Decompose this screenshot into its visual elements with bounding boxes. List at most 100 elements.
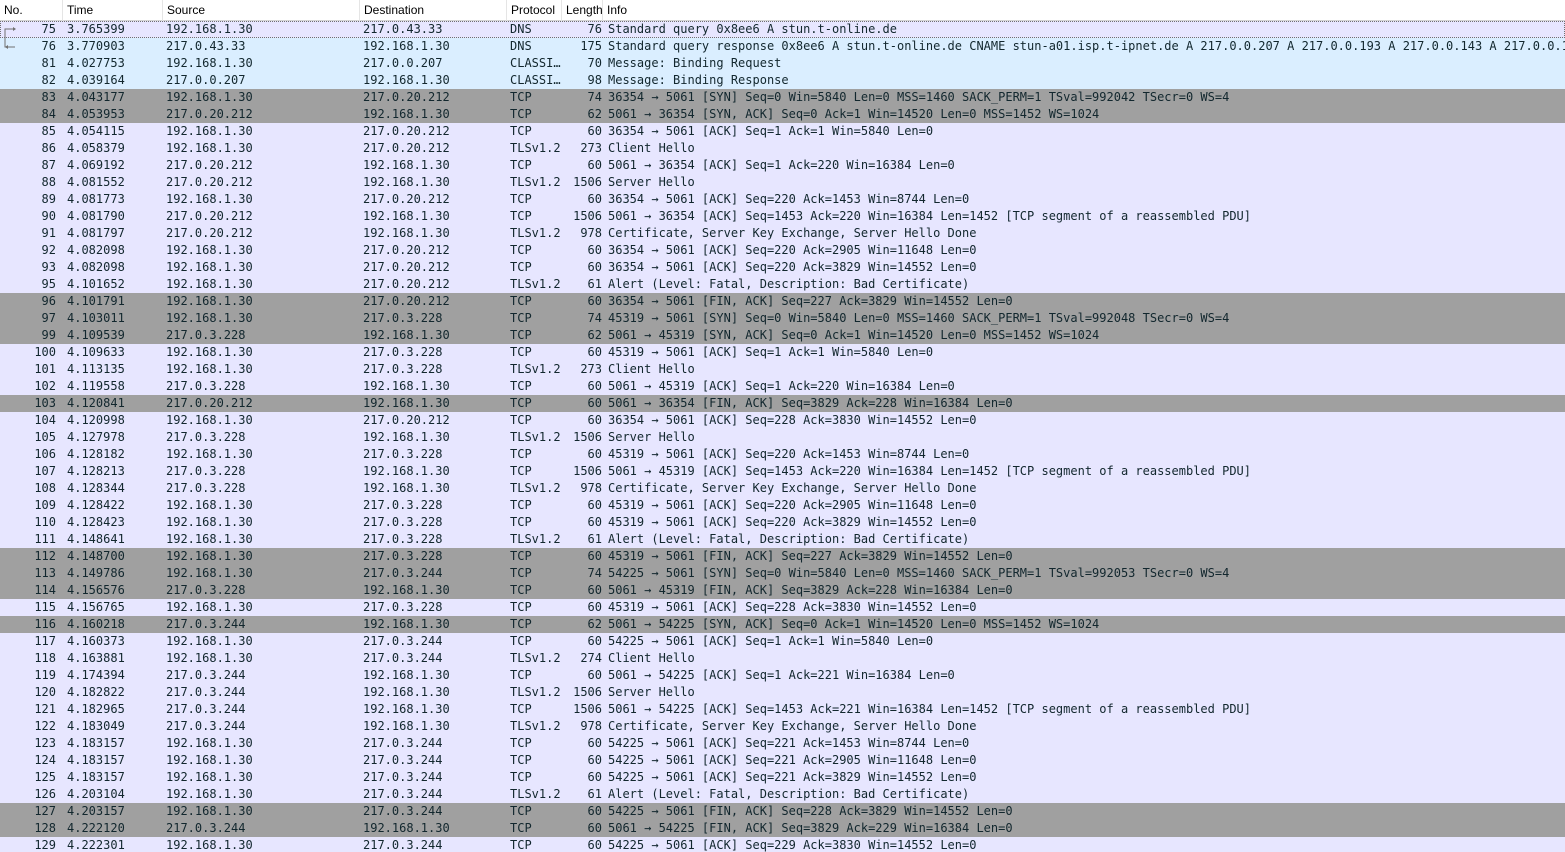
packet-row[interactable]: 93 4.082098 192.168.1.30 217.0.20.212 TCP 60 3… (0, 259, 1565, 276)
packet-row[interactable]: 75 3.765399 192.168.1.30 217.0.43.33 DNS 76 St… (0, 21, 1565, 38)
packet-row[interactable]: 105 4.127978 217.0.3.228 192.168.1.30 TLSv1.… (0, 429, 1565, 446)
packet-row[interactable]: 102 4.119558 217.0.3.228 192.168.1.30 TCP 60 5… (0, 378, 1565, 395)
packet-number: 110 (34, 515, 56, 529)
packet-row[interactable]: 128 4.222120 217.0.3.244 192.168.1.30 TCP 60 5… (0, 820, 1565, 837)
packet-row[interactable]: 103 4.120841 217.0.20.212 192.168.1.30 TCP 60… (0, 395, 1565, 412)
packet-row[interactable]: 96 4.101791 192.168.1.30 217.0.20.212 TCP 60 3… (0, 293, 1565, 310)
packet-info: 45319 → 5061 [ACK] Seq=220 Ack=1453 Win=… (608, 447, 970, 461)
packet-row[interactable]: 116 4.160218 217.0.3.244 192.168.1.30 TCP 62 5… (0, 616, 1565, 633)
packet-number: 96 (41, 294, 56, 308)
packet-row[interactable]: 126 4.203104 192.168.1.30 217.0.3.244 TLSv1.… (0, 786, 1565, 803)
column-header-time[interactable]: Time (63, 0, 163, 21)
packet-row[interactable]: 81 4.027753 192.168.1.30 217.0.0.207 CLASSI…… (0, 55, 1565, 72)
packet-row[interactable]: 89 4.081773 192.168.1.30 217.0.20.212 TCP 60 3… (0, 191, 1565, 208)
packet-protocol: TCP (510, 498, 532, 512)
packet-row[interactable]: 113 4.149786 192.168.1.30 217.0.3.244 TCP 74 5… (0, 565, 1565, 582)
packet-destination: 217.0.3.228 (363, 600, 443, 614)
packet-row[interactable]: 100 4.109633 192.168.1.30 217.0.3.228 TCP 60 4… (0, 344, 1565, 361)
packet-row[interactable]: 127 4.203157 192.168.1.30 217.0.3.244 TCP 60 5… (0, 803, 1565, 820)
packet-row[interactable]: 109 4.128422 192.168.1.30 217.0.3.228 TCP 60 4… (0, 497, 1565, 514)
packet-length: 60 (587, 549, 602, 563)
packet-row[interactable]: 111 4.148641 192.168.1.30 217.0.3.228 TLSv1.… (0, 531, 1565, 548)
packet-info: 5061 → 54225 [ACK] Seq=1 Ack=221 Win=163… (608, 668, 955, 682)
packet-source: 217.0.20.212 (166, 175, 253, 189)
packet-row[interactable]: 83 4.043177 192.168.1.30 217.0.20.212 TCP 74 3… (0, 89, 1565, 106)
packet-destination: 217.0.20.212 (363, 260, 450, 274)
packet-protocol: TLSv1.2 (510, 719, 561, 733)
packet-row[interactable]: 104 4.120998 192.168.1.30 217.0.20.212 TCP 60… (0, 412, 1565, 429)
packet-row[interactable]: 118 4.163881 192.168.1.30 217.0.3.244 TLSv1.… (0, 650, 1565, 667)
packet-row[interactable]: 97 4.103011 192.168.1.30 217.0.3.228 TCP 74 45… (0, 310, 1565, 327)
column-header-no[interactable]: No. (0, 0, 63, 21)
column-header-info[interactable]: Info (603, 0, 1565, 21)
packet-length: 978 (580, 481, 602, 495)
packet-row[interactable]: 121 4.182965 217.0.3.244 192.168.1.30 TCP 150… (0, 701, 1565, 718)
packet-info: 5061 → 45319 [ACK] Seq=1453 Ack=220 Win=… (608, 464, 1251, 478)
packet-length: 62 (587, 328, 602, 342)
packet-row[interactable]: 107 4.128213 217.0.3.228 192.168.1.30 TCP 150… (0, 463, 1565, 480)
packet-row[interactable]: 123 4.183157 192.168.1.30 217.0.3.244 TCP 60 5… (0, 735, 1565, 752)
column-header-bar: No. Time Source Destination Protocol Len… (0, 0, 1565, 21)
packet-number: 75 (41, 22, 56, 36)
packet-time: 4.081790 (67, 209, 125, 223)
packet-row[interactable]: 117 4.160373 192.168.1.30 217.0.3.244 TCP 60 5… (0, 633, 1565, 650)
packet-row[interactable]: 112 4.148700 192.168.1.30 217.0.3.228 TCP 60 4… (0, 548, 1565, 565)
packet-protocol: TCP (510, 192, 532, 206)
column-header-protocol[interactable]: Protocol (507, 0, 562, 21)
column-header-length[interactable]: Length (562, 0, 603, 21)
packet-row[interactable]: 91 4.081797 217.0.20.212 192.168.1.30 TLSv1.… (0, 225, 1565, 242)
packet-row[interactable]: 120 4.182822 217.0.3.244 192.168.1.30 TLSv1.… (0, 684, 1565, 701)
packet-number: 104 (34, 413, 56, 427)
packet-number: 101 (34, 362, 56, 376)
packet-row[interactable]: 124 4.183157 192.168.1.30 217.0.3.244 TCP 60 5… (0, 752, 1565, 769)
packet-list[interactable]: No. Time Source Destination Protocol Len… (0, 0, 1565, 852)
packet-protocol: TCP (510, 345, 532, 359)
packet-row[interactable]: 108 4.128344 217.0.3.228 192.168.1.30 TLSv1.… (0, 480, 1565, 497)
packet-length: 60 (587, 804, 602, 818)
packet-info: 54225 → 5061 [SYN] Seq=0 Win=5840 Len=0 … (608, 566, 1230, 580)
column-header-source[interactable]: Source (163, 0, 360, 21)
packet-destination: 217.0.3.244 (363, 651, 443, 665)
packet-row[interactable]: 87 4.069192 217.0.20.212 192.168.1.30 TCP 60 5… (0, 157, 1565, 174)
packet-row[interactable]: 82 4.039164 217.0.0.207 192.168.1.30 CLASSI…… (0, 72, 1565, 89)
packet-number: 129 (34, 838, 56, 852)
packet-row[interactable]: 88 4.081552 217.0.20.212 192.168.1.30 TLSv1.… (0, 174, 1565, 191)
packet-row[interactable]: 92 4.082098 192.168.1.30 217.0.20.212 TCP 60 3… (0, 242, 1565, 259)
packet-row[interactable]: 110 4.128423 192.168.1.30 217.0.3.228 TCP 60 4… (0, 514, 1565, 531)
packet-info: 36354 → 5061 [ACK] Seq=228 Ack=3830 Win=… (608, 413, 977, 427)
packet-source: 192.168.1.30 (166, 311, 253, 325)
packet-info: Certificate, Server Key Exchange, Server… (608, 226, 977, 240)
packet-time: 4.082098 (67, 260, 125, 274)
packet-row[interactable]: 86 4.058379 192.168.1.30 217.0.20.212 TLSv1.… (0, 140, 1565, 157)
packet-info: 54225 → 5061 [ACK] Seq=221 Ack=1453 Win=… (608, 736, 970, 750)
packet-row[interactable]: 76 3.770903 217.0.43.33 192.168.1.30 DNS 175 S… (0, 38, 1565, 55)
packet-row[interactable]: 90 4.081790 217.0.20.212 192.168.1.30 TCP 150… (0, 208, 1565, 225)
packet-row[interactable]: 119 4.174394 217.0.3.244 192.168.1.30 TCP 60 5… (0, 667, 1565, 684)
packet-protocol: TCP (510, 549, 532, 563)
packet-row[interactable]: 122 4.183049 217.0.3.244 192.168.1.30 TLSv1.… (0, 718, 1565, 735)
packet-source: 192.168.1.30 (166, 770, 253, 784)
packet-protocol: TLSv1.2 (510, 277, 561, 291)
packet-source: 192.168.1.30 (166, 22, 253, 36)
packet-row[interactable]: 115 4.156765 192.168.1.30 217.0.3.228 TCP 60 4… (0, 599, 1565, 616)
packet-number: 124 (34, 753, 56, 767)
packet-row[interactable]: 114 4.156576 217.0.3.228 192.168.1.30 TCP 60 5… (0, 582, 1565, 599)
column-header-destination[interactable]: Destination (360, 0, 507, 21)
packet-row[interactable]: 129 4.222301 192.168.1.30 217.0.3.244 TCP 60 5… (0, 837, 1565, 852)
packet-row[interactable]: 95 4.101652 192.168.1.30 217.0.20.212 TLSv1.… (0, 276, 1565, 293)
packet-protocol: TCP (510, 736, 532, 750)
packet-info: 5061 → 36354 [ACK] Seq=1 Ack=220 Win=163… (608, 158, 955, 172)
packet-length: 273 (580, 141, 602, 155)
packet-destination: 192.168.1.30 (363, 73, 450, 87)
packet-row[interactable]: 85 4.054115 192.168.1.30 217.0.20.212 TCP 60 3… (0, 123, 1565, 140)
packet-row[interactable]: 84 4.053953 217.0.20.212 192.168.1.30 TCP 62 5… (0, 106, 1565, 123)
packet-time: 3.770903 (67, 39, 125, 53)
packet-protocol: TLSv1.2 (510, 141, 561, 155)
packet-protocol: TCP (510, 413, 532, 427)
packet-destination: 192.168.1.30 (363, 481, 450, 495)
packet-row[interactable]: 101 4.113135 192.168.1.30 217.0.3.228 TLSv1.… (0, 361, 1565, 378)
packet-row[interactable]: 99 4.109539 217.0.3.228 192.168.1.30 TCP 62 50… (0, 327, 1565, 344)
packet-info: Client Hello (608, 141, 695, 155)
packet-row[interactable]: 106 4.128182 192.168.1.30 217.0.3.228 TCP 60 4… (0, 446, 1565, 463)
packet-row[interactable]: 125 4.183157 192.168.1.30 217.0.3.244 TCP 60 5… (0, 769, 1565, 786)
